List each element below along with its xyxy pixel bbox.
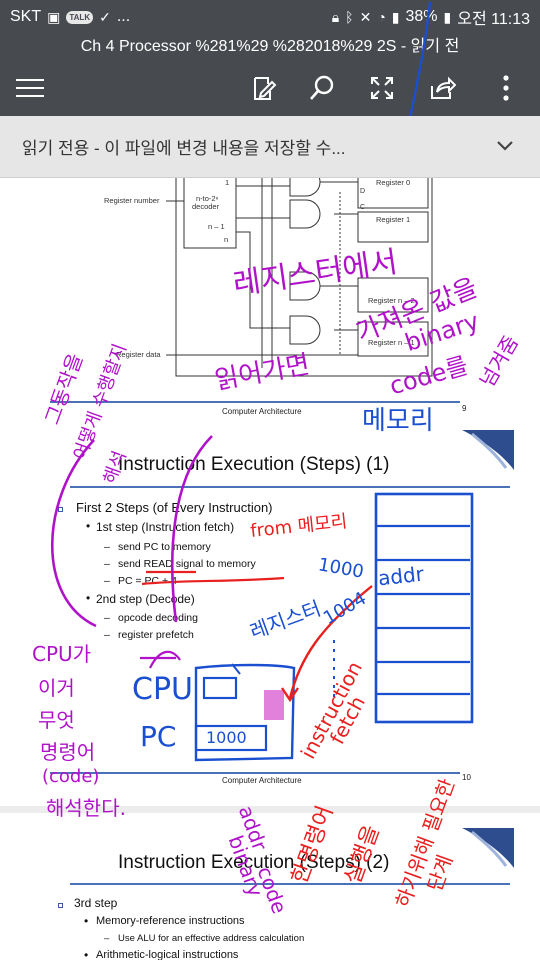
bullet-memory-reference: Memory-reference instructions <box>96 915 245 927</box>
port-c-label: C <box>360 204 366 211</box>
slide-10-footer: Computer Architecture <box>222 776 302 785</box>
bullet-square <box>58 507 63 512</box>
slide-10-title-rule <box>70 486 510 488</box>
signal-icon: ▮ <box>391 8 400 25</box>
register-data-label: Register data <box>116 350 161 359</box>
carrier-label: SKT <box>10 8 42 25</box>
handwriting-cpu-ga: CPU가 <box>32 642 92 666</box>
document-title: Ch 4 Processor %281%29 %282018%29 2S - 읽… <box>0 34 540 60</box>
status-bar: SKT ▣ TALK ✓ ... 🔒︎ ᛒ ✕ ◔ ▮ 38% ▮ 오전 11:… <box>0 0 540 34</box>
slide-corner-graphic <box>462 430 514 470</box>
handwriting-fetch: fetch <box>324 691 370 749</box>
decoder-port-n1: n – 1 <box>208 222 225 231</box>
handwriting-addr: addr <box>376 561 426 591</box>
wifi-icon: ◔ <box>377 9 386 25</box>
read-only-message: 읽기 전용 - 이 파일에 변경 내용을 저장할 수... <box>22 139 346 158</box>
search-icon[interactable] <box>304 70 340 106</box>
clock: 오전 11:13 <box>457 11 530 28</box>
bullet-dot: • <box>84 948 89 960</box>
bullet-dot: • <box>86 519 91 533</box>
register-file-diagram <box>166 178 433 377</box>
port-d-label: D <box>360 188 366 195</box>
handwriting-igeo: 이거 <box>38 676 75 700</box>
handwriting-register-blue: 레지스터 <box>246 596 325 644</box>
dash: – <box>104 629 110 641</box>
slide-10-title: Instruction Execution (Steps) (1) <box>118 454 390 475</box>
slide-9-page-number: 9 <box>462 404 467 413</box>
mute-icon: ✕ <box>359 8 372 25</box>
slide-11-title: Instruction Execution (Steps) (2) <box>118 852 390 873</box>
slide-10-page-number: 10 <box>462 773 471 782</box>
slide-9-footer: Computer Architecture <box>222 407 302 416</box>
register-1-label: Register 1 <box>376 215 411 224</box>
document-view[interactable]: Register number n-to-2ⁿ decoder 1 n – 1 … <box>0 178 540 960</box>
slide-9-footer-rule <box>50 401 460 403</box>
dash: – <box>104 612 110 624</box>
dash: – <box>104 558 110 570</box>
handwriting-code-paren: (code) <box>42 766 100 787</box>
slide-11-title-rule <box>70 883 510 885</box>
register-n2-label: Register n – 2 <box>368 296 415 305</box>
bullet-opcode-decoding: opcode decoding <box>118 612 198 624</box>
handwriting-mueot: 무엇 <box>38 708 75 732</box>
read-only-banner[interactable]: 읽기 전용 - 이 파일에 변경 내용을 저장할 수... <box>0 116 540 178</box>
decoder-port-n: n <box>224 235 229 244</box>
battery-icon: ▮ <box>443 8 452 25</box>
share-icon[interactable] <box>424 70 460 106</box>
bullet-send-pc: send PC to memory <box>118 541 211 553</box>
handwriting-pc: PC <box>140 720 177 753</box>
bullet-pc-plus-4: PC = PC + 4 <box>118 575 177 587</box>
handwriting-command: 명령어 <box>40 740 96 764</box>
bullet-arithmetic-logical: Arithmetic-logical instructions <box>96 949 239 960</box>
image-notification-icon: ▣ <box>47 8 61 25</box>
register-n1-label: Register n – 1 <box>368 338 415 347</box>
dash: – <box>104 541 110 553</box>
chevron-down-icon[interactable] <box>496 136 514 156</box>
battery-percent: 38% <box>405 8 438 25</box>
bullet-step1: 1st step (Instruction fetch) <box>96 520 235 534</box>
handwriting-exec3: 하기위해 필요한 <box>390 775 460 911</box>
dash: – <box>104 933 110 944</box>
decoder-port-1: 1 <box>225 178 230 187</box>
handwriting-exec1: 한명령어 <box>287 802 339 888</box>
register-0-label: Register 0 <box>376 178 411 187</box>
fullscreen-icon[interactable] <box>364 70 400 106</box>
slide-separator <box>0 806 540 813</box>
handwriting-exec4: 단계 <box>422 851 458 895</box>
slide-corner-graphic <box>462 828 514 868</box>
bullet-step2: 2nd step (Decode) <box>96 592 195 606</box>
handwriting-cpu: CPU <box>132 672 193 707</box>
handwriting-memory: 메모리 <box>362 406 434 436</box>
decoder-label-line2: decoder <box>192 202 220 211</box>
bluetooth-icon: ᛒ <box>345 9 354 25</box>
bullet-register-prefetch: register prefetch <box>118 629 194 641</box>
toolbar <box>0 1 540 119</box>
bullet-use-alu: Use ALU for an effective address calcula… <box>118 933 305 944</box>
lock-icon: 🔒︎ <box>331 8 340 25</box>
handwriting-pc-value: 1000 <box>206 728 247 747</box>
register-number-label: Register number <box>104 196 160 205</box>
bullet-step3: 3rd step <box>74 896 118 910</box>
handwriting-instruction: instruction <box>295 657 367 763</box>
bullet-send-read: send READ signal to memory <box>118 558 256 570</box>
more-vert-icon[interactable] <box>488 70 524 106</box>
dash: – <box>104 575 110 587</box>
handwriting-1004: 1004 <box>319 587 370 630</box>
bullet-dot: • <box>86 591 91 605</box>
menu-icon[interactable] <box>12 70 48 106</box>
edit-icon[interactable] <box>246 70 282 106</box>
kakaotalk-icon: TALK <box>66 10 94 24</box>
bullet-dot: • <box>84 914 89 928</box>
download-done-icon: ✓ <box>99 8 111 25</box>
handwriting-1000: 1000 <box>316 554 366 583</box>
bullet-square <box>58 903 63 908</box>
slide-10-footer-rule <box>50 772 460 774</box>
bullet-first-two-steps: First 2 Steps (of Every Instruction) <box>76 500 273 515</box>
more-notifications: ... <box>116 8 131 25</box>
